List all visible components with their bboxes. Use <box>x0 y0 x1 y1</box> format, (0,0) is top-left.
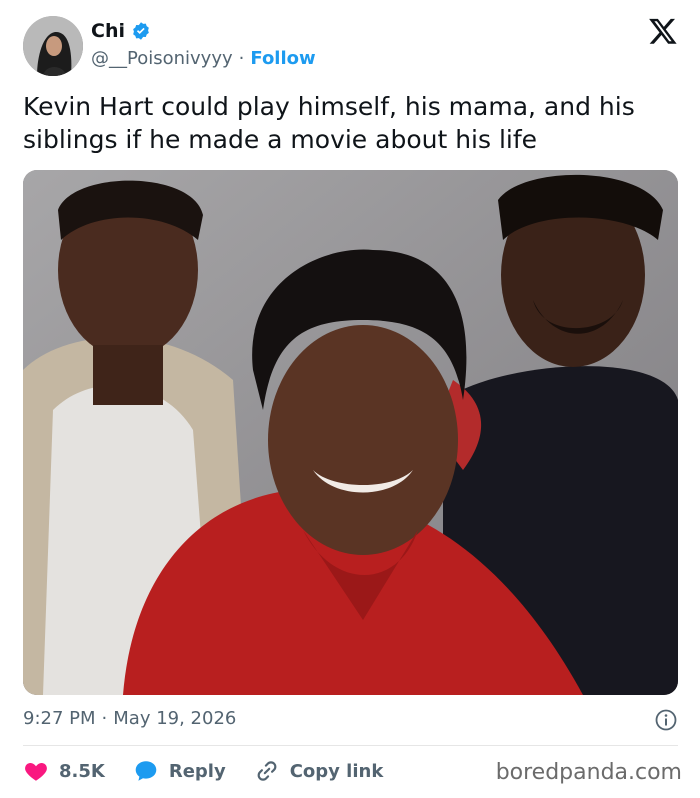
user-name-row: Chi <box>91 20 151 42</box>
tweet-actions: 8.5K Reply Copy link <box>23 758 411 784</box>
tweet-timestamp[interactable]: 9:27 PM · May 19, 2026 <box>23 708 236 729</box>
verified-badge-icon <box>131 21 151 41</box>
copy-link-label: Copy link <box>289 760 384 782</box>
heart-icon <box>23 758 49 784</box>
tweet-text: Kevin Hart could play himself, his mama,… <box>23 92 635 154</box>
tweet-date: May 19, 2026 <box>113 708 237 729</box>
copy-link-button[interactable]: Copy link <box>254 758 384 784</box>
user-handle[interactable]: @__Poisonivyyy <box>91 48 233 69</box>
x-logo-icon[interactable] <box>648 16 678 46</box>
tweet-time: 9:27 PM <box>23 708 96 729</box>
user-name[interactable]: Chi <box>91 20 125 42</box>
follow-button[interactable]: Follow <box>250 48 315 69</box>
reply-button[interactable]: Reply <box>133 758 226 784</box>
handle-separator: · <box>238 48 245 69</box>
like-button[interactable]: 8.5K <box>23 758 105 784</box>
likes-count: 8.5K <box>59 760 105 782</box>
timestamp-separator: · <box>101 708 108 729</box>
avatar[interactable] <box>23 16 83 76</box>
watermark: boredpanda.com <box>495 760 682 785</box>
reply-bubble-icon <box>133 758 159 784</box>
info-icon[interactable] <box>654 708 678 732</box>
tweet-photo[interactable] <box>23 170 678 695</box>
link-icon <box>254 758 280 784</box>
divider <box>23 745 678 746</box>
handle-row: @__Poisonivyyy · Follow <box>91 48 316 69</box>
reply-label: Reply <box>168 760 226 782</box>
tweet-card: Chi @__Poisonivyyy · Follow Kevin Hart c… <box>0 0 700 798</box>
